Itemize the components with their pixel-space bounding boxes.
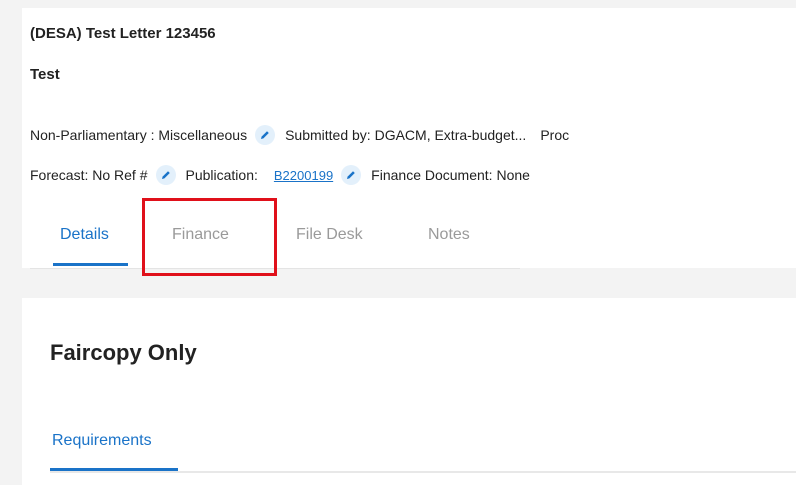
category-value: Non-Parliamentary : Miscellaneous xyxy=(30,127,248,143)
truncated-field: Proc xyxy=(540,127,570,143)
tab-notes[interactable]: Notes xyxy=(428,226,470,244)
tab-details[interactable]: Details xyxy=(60,226,109,244)
submitted-by-value: Submitted by: DGACM, Extra-budget... xyxy=(285,127,527,143)
finance-tab-highlight xyxy=(142,198,277,276)
finance-document-value: Finance Document: None xyxy=(371,167,530,183)
subtab-requirements[interactable]: Requirements xyxy=(52,432,152,450)
edit-forecast-icon[interactable] xyxy=(155,165,176,185)
content-card: Faircopy Only Requirements xyxy=(22,298,796,485)
page-title: (DESA) Test Letter 123456 xyxy=(30,25,216,42)
active-tab-indicator xyxy=(53,263,128,266)
active-subtab-indicator xyxy=(50,468,178,471)
meta-line-1: Non-Parliamentary : Miscellaneous Submit… xyxy=(30,125,569,145)
tab-file-desk[interactable]: File Desk xyxy=(296,226,363,244)
meta-line-2: Forecast: No Ref # Publication: B2200199… xyxy=(30,165,530,185)
page-subtitle: Test xyxy=(30,66,60,83)
subtab-bar: Requirements xyxy=(50,426,796,473)
forecast-value: Forecast: No Ref # xyxy=(30,167,148,183)
publication-link[interactable]: B2200199 xyxy=(274,168,333,183)
publication-label: Publication: xyxy=(185,167,258,183)
edit-category-icon[interactable] xyxy=(255,125,276,145)
edit-publication-icon[interactable] xyxy=(341,165,362,185)
section-title: Faircopy Only xyxy=(50,340,197,365)
